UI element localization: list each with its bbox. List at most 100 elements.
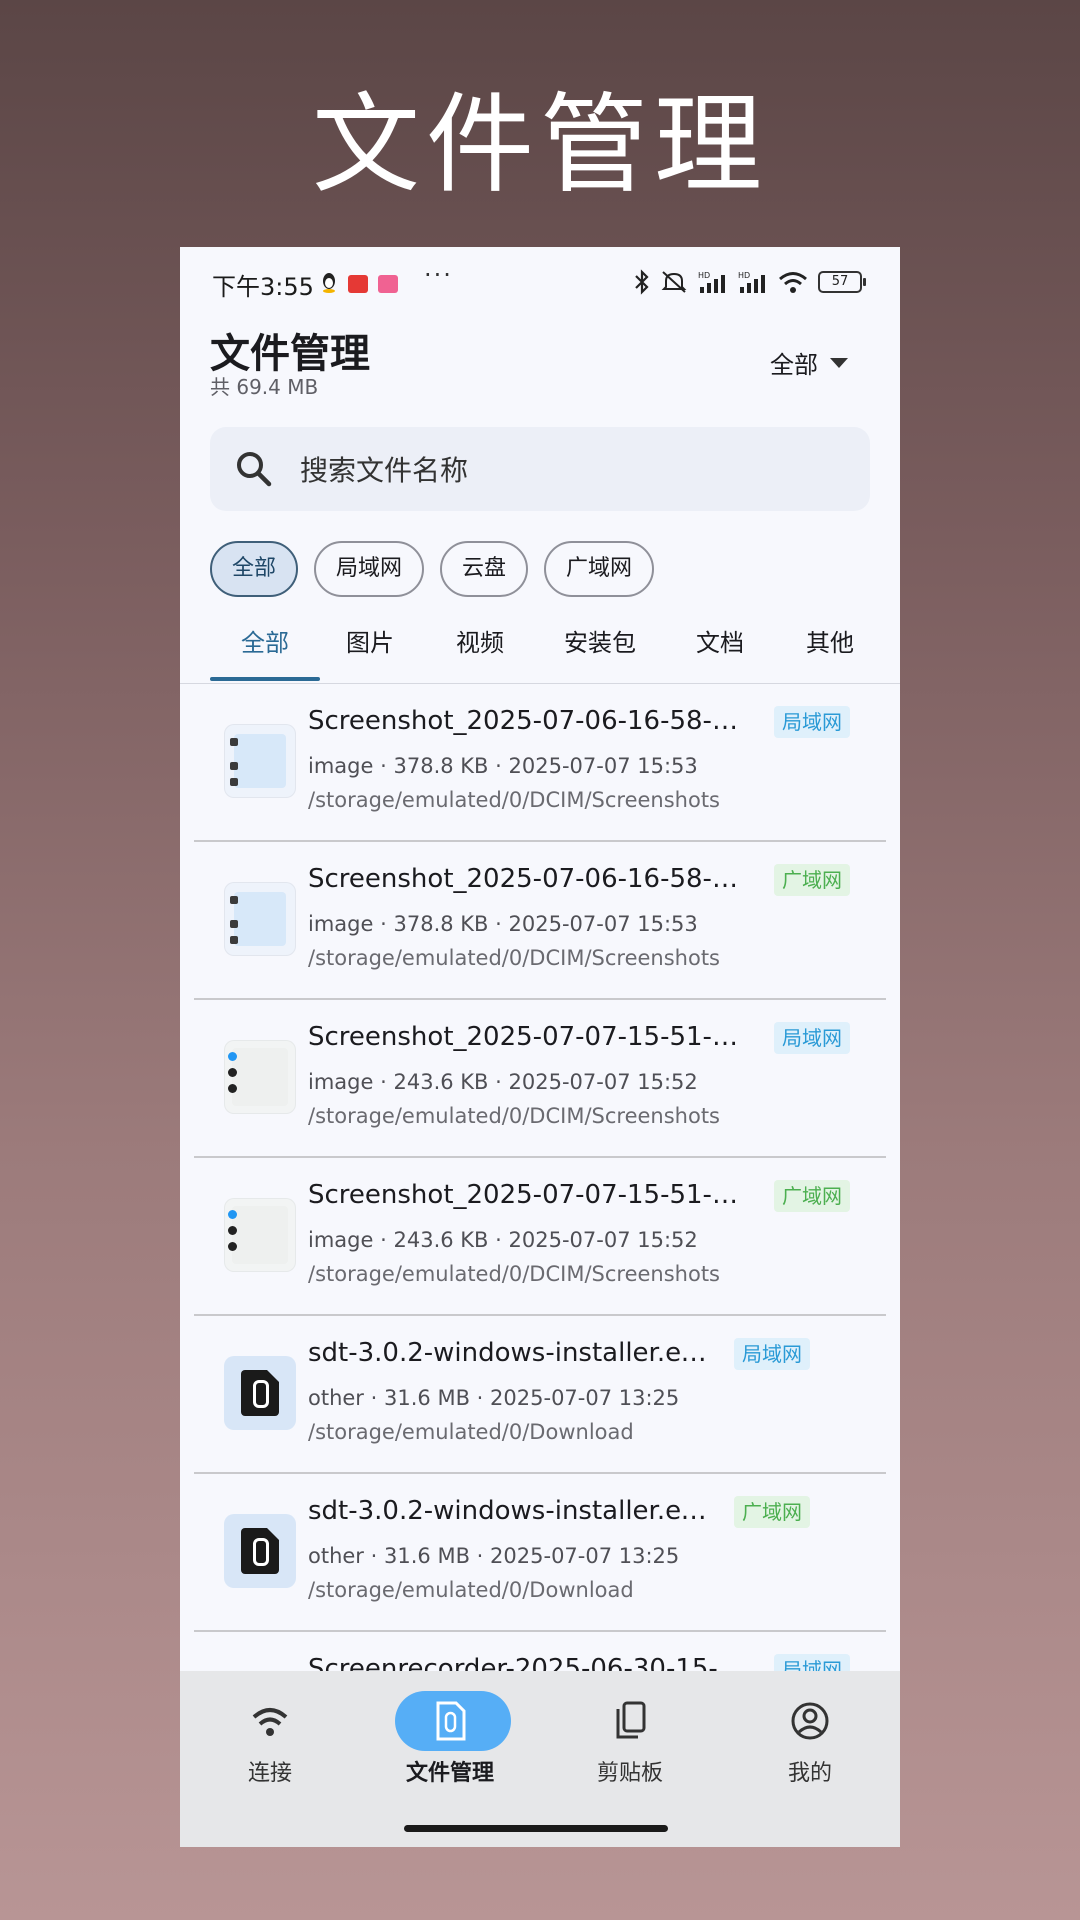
filter-dropdown[interactable]: 全部 xyxy=(770,345,848,380)
mute-icon xyxy=(661,271,687,293)
wifi-status-icon xyxy=(779,272,807,293)
file-row[interactable]: sdt-3.0.2-windows-installer.exe 局域网 othe… xyxy=(194,1316,886,1474)
attachment-icon xyxy=(241,1528,279,1574)
separator: · xyxy=(370,1544,378,1568)
file-path: /storage/emulated/0/DCIM/Screenshots xyxy=(308,788,721,812)
nav-connect[interactable]: 连接 xyxy=(180,1691,360,1801)
separator: · xyxy=(495,1228,502,1252)
file-path: /storage/emulated/0/Download xyxy=(308,1578,634,1602)
status-time: 下午3:55 xyxy=(212,273,314,301)
file-path: /storage/emulated/0/DCIM/Screenshots xyxy=(308,946,721,970)
nav-file-manager-label: 文件管理 xyxy=(405,1761,494,1786)
file-path: /storage/emulated/0/DCIM/Screenshots xyxy=(308,1104,721,1128)
search-input[interactable] xyxy=(298,427,842,513)
status-right: HD HD 57 xyxy=(634,269,866,295)
separator: · xyxy=(380,1070,387,1094)
file-type: image xyxy=(308,754,374,778)
file-row[interactable]: Screenshot_2025-07-07-15-51-5... 局域网 ima… xyxy=(194,1000,886,1158)
file-date: 2025-07-07 15:52 xyxy=(508,1070,698,1094)
file-meta: other · 31.6 MB · 2025-07-07 13:25 xyxy=(308,1386,679,1410)
nav-clipboard-label: 剪贴板 xyxy=(596,1761,663,1786)
file-name: Screenshot_2025-07-07-15-51-5... xyxy=(308,1022,748,1052)
file-size: 243.6 KB xyxy=(393,1228,489,1252)
svg-text:HD: HD xyxy=(738,271,750,280)
file-name: Screenshot_2025-07-06-16-58-1... xyxy=(308,706,748,736)
network-badge: 广域网 xyxy=(774,864,850,896)
file-type: other xyxy=(308,1386,364,1410)
signal-icon: HD xyxy=(698,271,725,293)
file-size: 378.8 KB xyxy=(393,912,489,936)
chip-lan[interactable]: 局域网 xyxy=(314,541,425,597)
tab-videos[interactable]: 视频 xyxy=(430,607,530,683)
separator: · xyxy=(476,1544,484,1568)
chip-all[interactable]: 全部 xyxy=(210,541,299,597)
more-notifications-icon: ··· xyxy=(424,261,453,289)
separator: · xyxy=(495,754,502,778)
chip-cloud[interactable]: 云盘 xyxy=(440,541,529,597)
file-date: 2025-07-07 15:53 xyxy=(508,912,698,936)
separator: · xyxy=(380,912,387,936)
network-badge: 局域网 xyxy=(734,1338,810,1370)
gift-icon xyxy=(378,275,398,293)
file-date: 2025-07-07 13:25 xyxy=(490,1544,680,1568)
network-badge: 局域网 xyxy=(774,1022,850,1054)
notification-icons xyxy=(320,271,398,297)
file-meta: image · 378.8 KB · 2025-07-07 15:53 xyxy=(308,754,698,778)
file-row[interactable]: Screenshot_2025-07-07-15-51-5... 广域网 ima… xyxy=(194,1158,886,1316)
category-tabs: 全部 图片 视频 安装包 文档 其他 xyxy=(180,607,900,684)
file-path: /storage/emulated/0/DCIM/Screenshots xyxy=(308,1262,721,1286)
nav-connect-label: 连接 xyxy=(247,1761,292,1786)
news-icon xyxy=(348,275,368,293)
separator: · xyxy=(495,912,502,936)
file-row[interactable]: sdt-3.0.2-windows-installer.exe 广域网 othe… xyxy=(194,1474,886,1632)
file-meta: other · 31.6 MB · 2025-07-07 13:25 xyxy=(308,1544,679,1568)
separator: · xyxy=(380,1228,387,1252)
chip-wan[interactable]: 广域网 xyxy=(544,541,655,597)
status-bar: 下午3:55 ··· HD HD 57 xyxy=(180,247,900,315)
file-path: /storage/emulated/0/Download xyxy=(308,1420,634,1444)
tab-documents[interactable]: 文档 xyxy=(670,607,770,683)
network-badge: 广域网 xyxy=(774,1180,850,1212)
bluetooth-icon xyxy=(635,269,649,295)
separator: · xyxy=(370,1386,378,1410)
file-type: image xyxy=(308,1070,374,1094)
network-filter-chips: 全部 局域网 云盘 广域网 xyxy=(210,541,655,597)
file-type: image xyxy=(308,1228,374,1252)
file-name: sdt-3.0.2-windows-installer.exe xyxy=(308,1496,708,1526)
file-row[interactable]: Screenshot_2025-07-06-16-58-1... 广域网 ima… xyxy=(194,842,886,1000)
tab-images[interactable]: 图片 xyxy=(320,607,420,683)
clipboard-icon xyxy=(616,1701,646,1739)
phone-screen: 下午3:55 ··· HD HD 57 文件管理 共 69.4 MB 全部 全部… xyxy=(180,247,900,1847)
profile-icon xyxy=(791,1702,829,1740)
nav-profile[interactable]: 我的 xyxy=(720,1691,900,1801)
separator: · xyxy=(495,1070,502,1094)
file-size: 243.6 KB xyxy=(393,1070,489,1094)
file-meta: image · 243.6 KB · 2025-07-07 15:52 xyxy=(308,1228,698,1252)
network-badge: 局域网 xyxy=(774,706,850,738)
file-list: Screenshot_2025-07-06-16-58-1... 局域网 ima… xyxy=(194,684,886,1788)
file-meta: image · 378.8 KB · 2025-07-07 15:53 xyxy=(308,912,698,936)
file-type: other xyxy=(308,1544,364,1568)
file-type: image xyxy=(308,912,374,936)
file-row[interactable]: Screenshot_2025-07-06-16-58-1... 局域网 ima… xyxy=(194,684,886,842)
image-thumbnail xyxy=(224,882,296,956)
file-thumbnail xyxy=(224,1356,296,1430)
file-name: Screenshot_2025-07-07-15-51-5... xyxy=(308,1180,748,1210)
nav-clipboard[interactable]: 剪贴板 xyxy=(540,1691,720,1801)
tab-all[interactable]: 全部 xyxy=(210,607,320,683)
search-bar[interactable] xyxy=(210,427,870,513)
file-size: 31.6 MB xyxy=(384,1544,470,1568)
file-date: 2025-07-07 15:52 xyxy=(508,1228,698,1252)
svg-text:HD: HD xyxy=(698,271,710,280)
file-name: Screenshot_2025-07-06-16-58-1... xyxy=(308,864,748,894)
filter-dropdown-label: 全部 xyxy=(770,351,818,379)
image-thumbnail xyxy=(224,1040,296,1114)
tab-packages[interactable]: 安装包 xyxy=(540,607,660,683)
separator: · xyxy=(380,754,387,778)
chevron-down-icon xyxy=(830,357,848,368)
bottom-navigation: 连接 文件管理 剪贴板 我的 xyxy=(180,1671,900,1847)
tab-other[interactable]: 其他 xyxy=(780,607,880,683)
network-badge: 广域网 xyxy=(734,1496,810,1528)
home-indicator[interactable] xyxy=(404,1825,668,1832)
nav-file-manager[interactable]: 文件管理 xyxy=(360,1691,540,1801)
